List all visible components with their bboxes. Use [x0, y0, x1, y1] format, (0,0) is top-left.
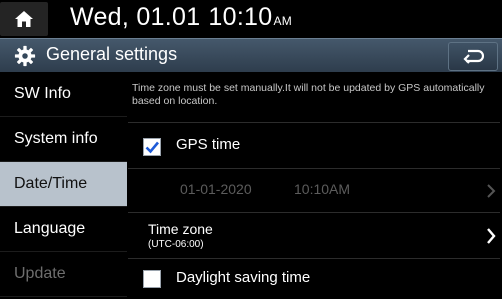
- timezone-notice: Time zone must be set manually.It will n…: [132, 82, 485, 107]
- status-bar: Wed, 01.01 10:10AM: [0, 0, 502, 38]
- page-title: General settings: [46, 44, 178, 64]
- manual-date-value: 01-01-2020: [180, 181, 252, 197]
- manual-datetime-row: 01-01-2020 10:10AM: [128, 168, 500, 212]
- back-arrow-icon: [463, 49, 484, 64]
- time-zone-row[interactable]: Time zone (UTC-06:00): [128, 212, 500, 258]
- daylight-saving-checkbox[interactable]: [143, 270, 161, 288]
- settings-header: General settings: [0, 38, 502, 72]
- sidebar-item-label: SW Info: [14, 85, 71, 102]
- gear-icon: [14, 45, 36, 67]
- clock-display: Wed, 01.01 10:10AM: [70, 3, 292, 32]
- sidebar-item-label: Language: [14, 220, 86, 237]
- status-date: Wed, 01.01: [70, 3, 201, 31]
- status-ampm: AM: [273, 14, 293, 28]
- daylight-saving-label: Daylight saving time: [176, 269, 311, 286]
- date-time-panel: Time zone must be set manually.It will n…: [128, 72, 502, 299]
- home-icon: [15, 11, 33, 27]
- sidebar-item-label: Date/Time: [14, 175, 88, 192]
- chevron-right-icon: [487, 184, 496, 198]
- sidebar-item-update: Update: [0, 252, 127, 297]
- daylight-saving-row[interactable]: Daylight saving time: [128, 258, 500, 299]
- sidebar-item-label: System info: [14, 130, 98, 147]
- time-zone-label: Time zone: [148, 221, 213, 237]
- check-icon: [145, 141, 159, 154]
- sidebar-item-date-time[interactable]: Date/Time: [0, 162, 127, 207]
- gps-time-label: GPS time: [176, 136, 241, 153]
- sidebar-item-label: Update: [14, 265, 66, 282]
- sidebar-item-system-info[interactable]: System info: [0, 117, 127, 162]
- time-zone-value: (UTC-06:00): [148, 239, 204, 250]
- settings-sidebar: SW Info System info Date/Time Language U…: [0, 72, 127, 299]
- home-button[interactable]: [0, 2, 48, 36]
- chevron-right-icon: [487, 228, 496, 244]
- manual-time-value: 10:10AM: [294, 181, 351, 197]
- status-time: 10:10: [208, 3, 273, 31]
- back-button[interactable]: [448, 42, 498, 71]
- gps-time-checkbox[interactable]: [143, 138, 161, 156]
- sidebar-item-sw-info[interactable]: SW Info: [0, 72, 127, 117]
- sidebar-item-language[interactable]: Language: [0, 207, 127, 252]
- gps-time-row[interactable]: GPS time: [128, 122, 500, 168]
